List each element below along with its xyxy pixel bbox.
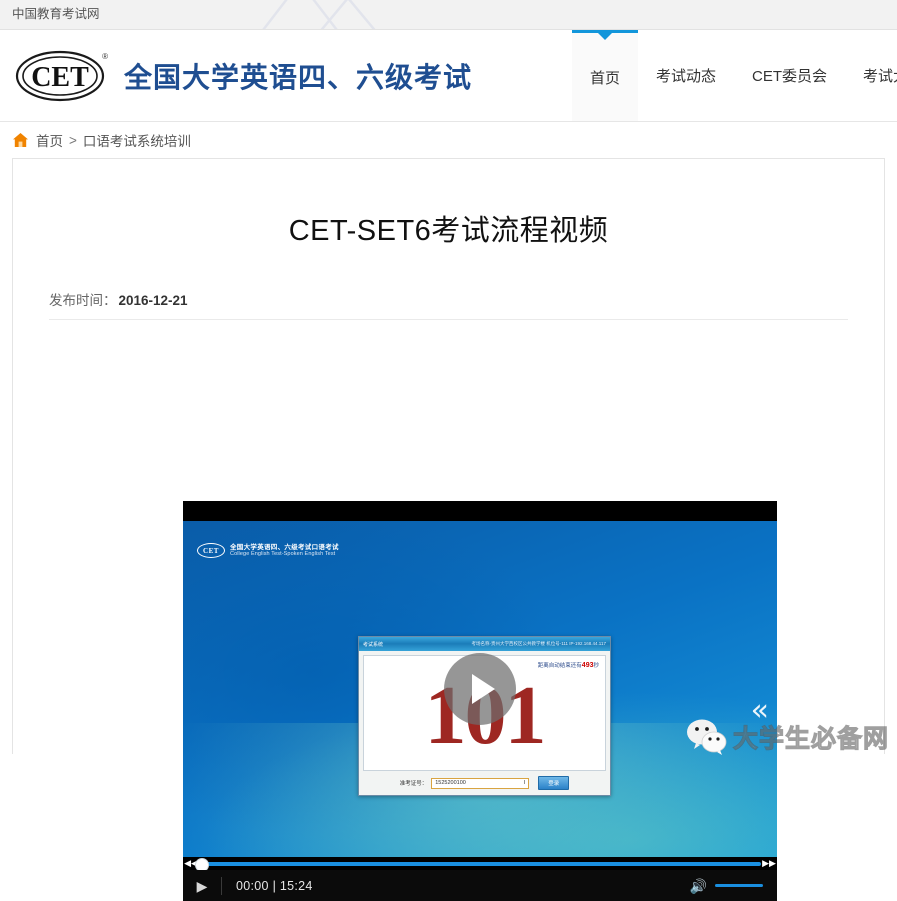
nav-item-exam-syllabus-label: 考试大: [863, 65, 897, 86]
nav-item-home-label: 首页: [590, 67, 620, 88]
control-divider: [221, 877, 222, 895]
publish-time-label: 发布时间：: [49, 293, 117, 308]
video-brand-logo: CET 全国大学英语四、六级考试口语考试 College English Tes…: [197, 543, 339, 558]
video-time-display: 00:00 | 15:24: [236, 879, 313, 893]
nav-item-home[interactable]: 首页: [572, 30, 638, 121]
video-letterbox-top: [183, 501, 777, 521]
video-volume-controls: 🔊: [690, 879, 777, 893]
dialog-countdown: 距离自动结束还有493秒: [538, 661, 599, 669]
dialog-submit-button[interactable]: 登录: [538, 776, 569, 790]
breadcrumb-home-link[interactable]: 首页: [36, 130, 63, 150]
cet-logo-mark: CET ®: [14, 46, 110, 106]
home-icon: [12, 132, 29, 148]
breadcrumb-separator: >: [69, 133, 77, 148]
fast-forward-icon[interactable]: ▶▶: [761, 858, 777, 869]
ticket-number-input[interactable]: 1525200100 I: [431, 778, 529, 789]
volume-icon[interactable]: 🔊: [690, 879, 707, 893]
logo-title-text: 全国大学英语四、六级考试: [124, 56, 472, 96]
chevron-double-left-icon[interactable]: «: [751, 696, 769, 726]
page-title: CET-SET6考试流程视频: [13, 159, 884, 249]
ticket-number-label: 准考证号：: [400, 779, 428, 787]
video-brand-cn-title: 全国大学英语四、六级考试口语考试: [230, 544, 339, 551]
video-brand-en-title: College English Test-Spoken English Test: [230, 551, 339, 557]
nav-item-exam-news-label: 考试动态: [656, 65, 716, 86]
dialog-login-row: 准考证号： 1525200100 I 登录: [363, 774, 606, 792]
video-control-bar: ▶ 00:00 | 15:24 🔊: [183, 870, 777, 901]
main-navigation: 首页 考试动态 CET委员会 考试大: [572, 30, 897, 121]
current-time: 00:00: [236, 879, 269, 893]
article-meta: 发布时间：2016-12-21: [49, 289, 848, 320]
ticket-number-value: 1525200100: [435, 778, 466, 789]
nav-item-cet-committee-label: CET委员会: [752, 65, 827, 86]
play-icon[interactable]: ▶: [183, 879, 221, 893]
countdown-value: 493: [582, 662, 594, 669]
top-utility-bar: 中国教育考试网: [0, 0, 897, 30]
volume-slider[interactable]: [715, 884, 763, 887]
site-name-label[interactable]: 中国教育考试网: [0, 0, 897, 29]
svg-text:CET: CET: [31, 62, 89, 93]
breadcrumb: 首页 > 口语考试系统培训: [0, 122, 897, 158]
video-duration: 15:24: [280, 879, 313, 893]
nav-item-exam-news[interactable]: 考试动态: [638, 30, 734, 121]
publish-time-value: 2016-12-21: [119, 293, 188, 308]
site-logo[interactable]: CET ® 全国大学英语四、六级考试: [14, 46, 472, 106]
video-stage: CET 全国大学英语四、六级考试口语考试 College English Tes…: [183, 521, 777, 857]
dialog-titlebar: 考试系统 考场名称-贵州大学西校区公共教学楼 机位号-111 IP-192.16…: [359, 637, 610, 651]
video-progress-bar[interactable]: ◀◀ ▶▶: [183, 857, 777, 870]
breadcrumb-current[interactable]: 口语考试系统培训: [83, 130, 191, 150]
dialog-title-text: 考试系统: [363, 641, 383, 648]
nav-item-exam-syllabus[interactable]: 考试大: [845, 30, 897, 121]
video-cet-mark: CET: [197, 543, 225, 558]
content-panel: CET-SET6考试流程视频 发布时间：2016-12-21 CET 全国大学英…: [12, 158, 885, 754]
registered-trademark-icon: ®: [102, 52, 108, 61]
video-play-overlay-button[interactable]: [444, 653, 516, 725]
dialog-station-info: 考场名称-贵州大学西校区公共教学楼 机位号-111 IP-192.168.44.…: [471, 641, 606, 647]
progress-track[interactable]: [199, 862, 761, 866]
text-cursor-icon: I: [524, 778, 526, 789]
video-player[interactable]: CET 全国大学英语四、六级考试口语考试 College English Tes…: [183, 501, 777, 901]
nav-item-cet-committee[interactable]: CET委员会: [734, 30, 845, 121]
time-separator: |: [273, 879, 277, 893]
site-header: CET ® 全国大学英语四、六级考试 首页 考试动态 CET委员会 考试大: [0, 30, 897, 122]
countdown-suffix: 秒: [593, 663, 599, 669]
